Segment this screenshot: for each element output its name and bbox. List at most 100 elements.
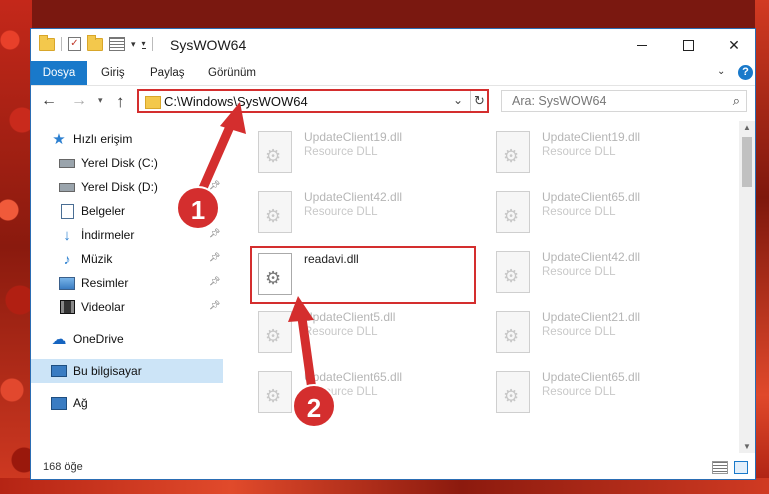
customize-toolbar-icon[interactable]: ▾ — [141, 39, 146, 49]
pin-icon: 📌︎ — [209, 228, 221, 238]
status-bar: 168 öğe — [31, 457, 755, 479]
ribbon: Dosya Giriş Paylaş Görünüm ⌄ ? — [31, 61, 755, 86]
file-description: Resource DLL — [304, 146, 378, 158]
sidebar-item-network[interactable]: Ağ — [31, 391, 223, 415]
drive-icon — [59, 155, 75, 171]
tab-view[interactable]: Görünüm — [208, 61, 256, 85]
recent-locations-icon[interactable]: ▾ — [98, 95, 103, 106]
file-name: UpdateClient19.dll — [304, 130, 403, 144]
sidebar-item-pictures[interactable]: Resimler 📌︎ — [31, 271, 223, 295]
large-icons-view-icon[interactable] — [734, 461, 748, 474]
sidebar-item-label: Yerel Disk (D:) — [81, 180, 158, 194]
maximize-icon — [682, 39, 694, 51]
toolbar-divider — [151, 37, 153, 51]
sidebar-item-label: Bu bilgisayar — [73, 364, 142, 378]
search-icon[interactable]: ⌕ — [733, 93, 740, 109]
tab-share[interactable]: Paylaş — [150, 61, 185, 85]
minimize-button[interactable] — [619, 29, 665, 61]
dll-file-icon — [496, 311, 530, 353]
file-tile[interactable]: UpdateClient21.dll Resource DLL — [484, 305, 714, 361]
window-title: SysWOW64 — [170, 37, 247, 53]
file-tile[interactable]: UpdateClient65.dll Resource DLL — [484, 185, 714, 241]
details-view-icon[interactable] — [712, 461, 728, 474]
help-icon[interactable]: ? — [738, 65, 753, 80]
file-tile[interactable]: UpdateClient5.dll Resource DLL — [246, 305, 476, 361]
sidebar-item-videos[interactable]: Videolar 📌︎ — [31, 295, 223, 319]
new-folder-icon[interactable] — [87, 34, 103, 51]
sidebar-item-label: Belgeler — [81, 204, 126, 218]
sidebar-item-quick-access[interactable]: ★ Hızlı erişim — [31, 127, 223, 151]
toolbar-divider — [61, 37, 62, 51]
scroll-up-icon[interactable]: ▲ — [743, 123, 751, 132]
onedrive-icon: ☁ — [51, 331, 67, 348]
dll-file-icon — [258, 191, 292, 233]
dll-file-icon — [496, 371, 530, 413]
file-tile[interactable]: UpdateClient65.dll Resource DLL — [246, 365, 476, 421]
pin-icon: 📌︎ — [209, 252, 221, 262]
navigation-pane: ★ Hızlı erişim Yerel Disk (C:) 📌︎ Yerel … — [31, 121, 223, 451]
file-name: UpdateClient42.dll — [542, 250, 641, 264]
step-badge-2: 2 — [292, 384, 336, 428]
sidebar-item-onedrive[interactable]: ☁ OneDrive — [31, 327, 223, 351]
file-description: Resource DLL — [542, 326, 616, 338]
up-button[interactable]: ↑ — [116, 92, 125, 112]
videos-icon — [59, 299, 75, 315]
file-description: Resource DLL — [304, 206, 378, 218]
dll-file-icon — [496, 251, 530, 293]
address-path[interactable]: C:\Windows\SysWOW64 — [164, 94, 308, 109]
pin-icon: 📌︎ — [209, 276, 221, 286]
file-tile[interactable]: UpdateClient42.dll Resource DLL — [484, 245, 714, 301]
file-explorer-window: ✓ ▾ ▾ SysWOW64 ✕ Dosya Giriş Paylaş Görü… — [30, 28, 756, 480]
star-icon: ★ — [52, 131, 66, 148]
chevron-down-icon[interactable]: ▾ — [131, 39, 136, 50]
file-tile[interactable]: UpdateClient19.dll Resource DLL — [484, 125, 714, 181]
sidebar-item-label: Hızlı erişim — [73, 132, 133, 146]
dll-file-icon — [258, 311, 292, 353]
tab-file[interactable]: Dosya — [31, 61, 87, 85]
file-name: UpdateClient21.dll — [542, 310, 641, 324]
properties-icon[interactable]: ✓ — [68, 37, 81, 51]
scroll-down-icon[interactable]: ▼ — [743, 442, 751, 451]
dll-file-icon — [258, 131, 292, 173]
view-icon[interactable] — [109, 37, 125, 51]
sidebar-item-label: OneDrive — [73, 332, 124, 346]
close-icon: ✕ — [728, 36, 740, 53]
file-tile[interactable]: UpdateClient42.dll Resource DLL — [246, 185, 476, 241]
sidebar-item-this-pc[interactable]: Bu bilgisayar — [31, 359, 223, 383]
file-name: UpdateClient65.dll — [542, 190, 641, 204]
file-tile[interactable]: UpdateClient19.dll Resource DLL — [246, 125, 476, 181]
tab-home[interactable]: Giriş — [101, 61, 125, 85]
back-button[interactable]: ← — [41, 92, 57, 110]
sidebar-item-label: Resimler — [81, 276, 129, 290]
maximize-button[interactable] — [665, 29, 711, 61]
search-box[interactable]: Ara: SysWOW64 ⌕ — [501, 90, 747, 112]
scrollbar-thumb[interactable] — [742, 137, 752, 187]
pin-icon: 📌︎ — [209, 156, 221, 166]
sidebar-item-label: İndirmeler — [81, 228, 135, 242]
sidebar-item-label: Yerel Disk (C:) — [81, 156, 158, 170]
forward-button[interactable]: → — [71, 92, 87, 110]
refresh-icon[interactable]: ↻ — [470, 91, 488, 111]
sidebar-item-label: Videolar — [81, 300, 125, 314]
expand-ribbon-icon[interactable]: ⌄ — [717, 66, 725, 77]
highlight-box-file — [250, 246, 476, 304]
sidebar-item-local-disk-c[interactable]: Yerel Disk (C:) 📌︎ — [31, 151, 223, 175]
sidebar-item-label: Müzik — [81, 252, 113, 266]
sidebar-item-music[interactable]: ♪ Müzik 📌︎ — [31, 247, 223, 271]
dll-file-icon — [496, 131, 530, 173]
file-description: Resource DLL — [542, 386, 616, 398]
network-icon — [51, 395, 67, 411]
vertical-scrollbar[interactable]: ▲ ▼ — [739, 121, 755, 453]
file-name: UpdateClient42.dll — [304, 190, 403, 204]
file-description: Resource DLL — [304, 326, 378, 338]
folder-icon — [39, 34, 55, 51]
file-tile[interactable]: UpdateClient65.dll Resource DLL — [484, 365, 714, 421]
chevron-down-icon[interactable]: ⌄ — [453, 93, 463, 107]
navigation-bar: ← → ▾ ↑ C:\Windows\SysWOW64 ⌄ ↻ Ara: Sys… — [31, 86, 755, 118]
pin-icon: 📌︎ — [209, 300, 221, 310]
close-button[interactable]: ✕ — [711, 29, 757, 61]
search-input[interactable]: Ara: SysWOW64 — [512, 94, 606, 108]
file-name: UpdateClient65.dll — [304, 370, 403, 384]
documents-icon — [59, 203, 75, 219]
address-bar[interactable]: C:\Windows\SysWOW64 ⌄ ↻ — [137, 89, 489, 113]
